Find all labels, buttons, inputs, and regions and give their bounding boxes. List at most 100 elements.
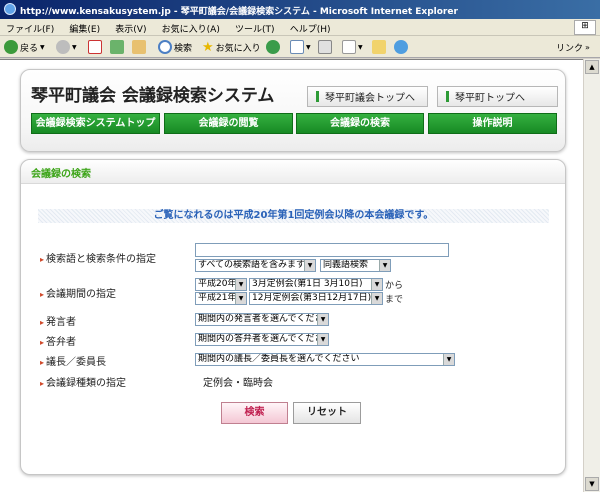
answerer-label: ▸ 答弁者: [40, 333, 76, 348]
page-viewport: 琴平町議会 会議録検索システム 琴平町議会トップへ 琴平町トップへ 会議録検索シ…: [0, 59, 583, 492]
speaker-label: ▸ 発言者: [40, 313, 76, 328]
nav-help[interactable]: 操作説明: [428, 113, 557, 134]
back-button[interactable]: 戻る ▼: [4, 39, 45, 55]
menu-help[interactable]: ヘルプ(H): [284, 19, 337, 35]
period-label-text: 会議期間の指定: [46, 289, 117, 300]
menu-file[interactable]: ファイル(F): [0, 19, 60, 35]
refresh-icon: [110, 40, 124, 54]
bullet-icon: ▸: [40, 290, 45, 299]
favorites-label: お気に入り: [215, 43, 261, 54]
browser-toolbar: 戻る ▼ ▼ 検索 ★ お気に入り ▼ ▼ リンク »: [0, 36, 600, 58]
links-label: リンク: [556, 43, 584, 54]
from-suffix: から: [385, 281, 404, 291]
messenger-button[interactable]: [394, 39, 408, 55]
mail-button[interactable]: ▼: [290, 39, 311, 55]
chevron-down-icon: ▼: [379, 260, 390, 271]
speaker-select[interactable]: 期間内の発言者を選んでください ▼: [195, 313, 329, 326]
town-top-link[interactable]: 琴平町トップへ: [437, 86, 558, 107]
windows-logo-icon: ⊞: [574, 20, 596, 35]
back-label: 戻る: [20, 43, 39, 54]
menu-tools[interactable]: ツール(T): [229, 19, 281, 35]
reset-button[interactable]: リセット: [293, 402, 361, 424]
chair-label-text: 議長／委員長: [46, 357, 107, 368]
menu-view[interactable]: 表示(V): [109, 19, 152, 35]
back-arrow-icon: [4, 40, 18, 54]
home-icon: [132, 40, 146, 54]
menu-edit[interactable]: 編集(E): [63, 19, 106, 35]
keyword-condition-select[interactable]: すべての検索語を含みます ▼: [195, 259, 316, 272]
search-label: 検索: [174, 43, 193, 54]
keyword-input[interactable]: [195, 243, 449, 257]
chevron-down-icon: ▼: [235, 293, 246, 304]
search-button[interactable]: 検索: [158, 39, 192, 55]
to-session-select[interactable]: 12月定例会(第3日12月17日) ▼: [249, 292, 383, 305]
chair-value: 期間内の議長／委員長を選んでください: [198, 354, 360, 364]
nav-browse[interactable]: 会議録の閲覧: [164, 113, 293, 134]
keyword-label: ▸ 検索語と検索条件の指定: [40, 250, 156, 265]
favorites-button[interactable]: ★ お気に入り: [202, 39, 261, 55]
scroll-up-icon[interactable]: ▲: [585, 60, 599, 74]
chevron-down-icon: ▼: [40, 43, 45, 51]
from-year-select[interactable]: 平成20年 ▼: [195, 278, 247, 291]
stop-button[interactable]: [88, 39, 102, 55]
bullet-icon: ▸: [40, 379, 45, 388]
council-top-link[interactable]: 琴平町議会トップへ: [307, 86, 428, 107]
to-suffix: まで: [385, 295, 404, 305]
history-button[interactable]: [266, 39, 280, 55]
chair-label: ▸ 議長／委員長: [40, 353, 106, 368]
keyword-condition-value: すべての検索語を含みます: [198, 260, 306, 270]
window-title: http://www.kensakusystem.jp - 琴平町議会/会議録検…: [20, 7, 458, 17]
to-year-value: 平成21年: [198, 293, 237, 303]
edit-button[interactable]: ▼: [342, 39, 363, 55]
chevron-right-icon: »: [585, 42, 590, 52]
nav-search[interactable]: 会議録の検索: [296, 113, 424, 134]
menu-favorites[interactable]: お気に入り(A): [156, 19, 226, 35]
answerer-select[interactable]: 期間内の答弁者を選んでください ▼: [195, 333, 329, 346]
folder-icon: [372, 40, 386, 54]
from-session-select[interactable]: 3月定例会(第1日 3月10日) ▼: [249, 278, 383, 291]
chevron-down-icon: ▼: [235, 279, 246, 290]
answerer-value: 期間内の答弁者を選んでください: [198, 334, 329, 344]
print-button[interactable]: [318, 39, 332, 55]
nav-system-top[interactable]: 会議録検索システムトップ: [31, 113, 160, 134]
type-label-text: 会議録種類の指定: [46, 378, 127, 389]
mail-icon: [290, 40, 304, 54]
link-marker-icon: [316, 91, 319, 102]
chevron-down-icon: ▼: [371, 293, 382, 304]
refresh-button[interactable]: [110, 39, 124, 55]
from-year-value: 平成20年: [198, 279, 237, 289]
chevron-down-icon: ▼: [358, 43, 363, 51]
type-label: ▸ 会議録種類の指定: [40, 374, 126, 389]
council-top-link-label: 琴平町議会トップへ: [325, 93, 415, 104]
chair-select[interactable]: 期間内の議長／委員長を選んでください ▼: [195, 353, 455, 366]
window-title-bar: http://www.kensakusystem.jp - 琴平町議会/会議録検…: [0, 0, 600, 19]
bullet-icon: ▸: [40, 358, 45, 367]
site-title: 琴平町議会 会議録検索システム: [31, 86, 275, 106]
chevron-down-icon: ▼: [306, 43, 311, 51]
stop-icon: [88, 40, 102, 54]
forward-arrow-icon: [56, 40, 70, 54]
home-button[interactable]: [132, 39, 146, 55]
site-header: 琴平町議会 会議録検索システム 琴平町議会トップへ 琴平町トップへ 会議録検索シ…: [20, 69, 566, 152]
to-year-select[interactable]: 平成21年 ▼: [195, 292, 247, 305]
print-icon: [318, 40, 332, 54]
links-button[interactable]: リンク »: [556, 39, 590, 55]
section-title: 会議録の検索: [31, 169, 91, 180]
chevron-down-icon: ▼: [371, 279, 382, 290]
chevron-down-icon: ▼: [72, 43, 77, 51]
search-panel: 会議録の検索 ご覧になれるのは平成20年第1回定例会以降の本会議録です。 ▸ 検索…: [20, 159, 566, 475]
chevron-down-icon: ▼: [317, 334, 328, 345]
chevron-down-icon: ▼: [304, 260, 315, 271]
star-icon: ★: [202, 39, 214, 55]
link-marker-icon: [446, 91, 449, 102]
vertical-scrollbar[interactable]: ▲ ▼: [583, 59, 600, 492]
folder-button[interactable]: [372, 39, 386, 55]
forward-button[interactable]: ▼: [56, 39, 77, 55]
edit-icon: [342, 40, 356, 54]
search-submit-button[interactable]: 検索: [221, 402, 288, 424]
keyword-label-text: 検索語と検索条件の指定: [46, 254, 157, 265]
synonym-select[interactable]: 同義語検索 ▼: [320, 259, 391, 272]
bullet-icon: ▸: [40, 338, 45, 347]
scroll-down-icon[interactable]: ▼: [585, 477, 599, 491]
town-top-link-label: 琴平町トップへ: [455, 93, 525, 104]
